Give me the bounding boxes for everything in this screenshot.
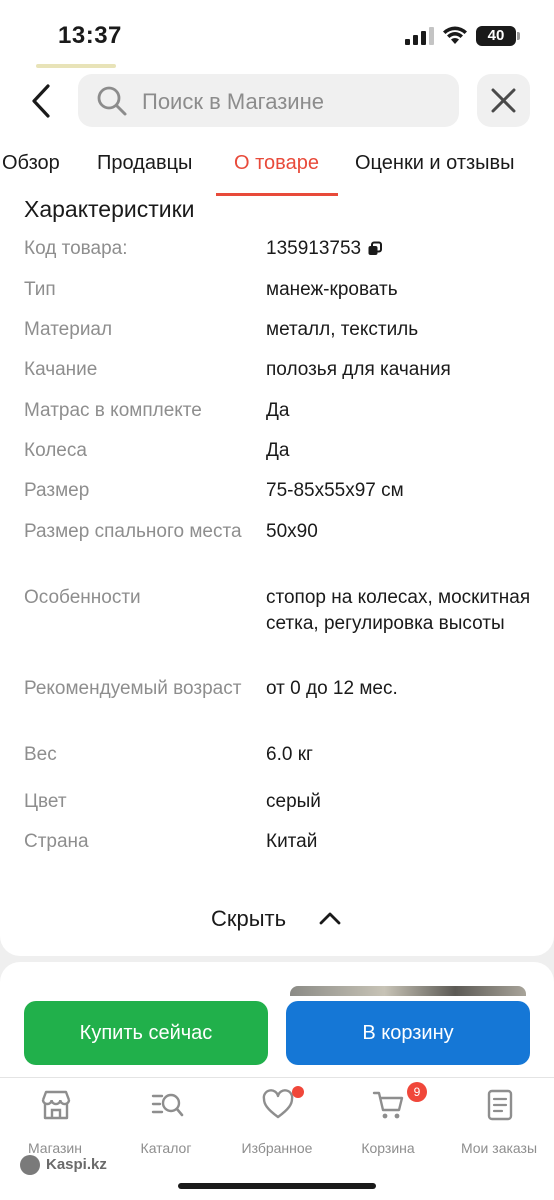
spec-label: Тип	[24, 279, 56, 300]
spec-value: 135913753	[266, 236, 536, 262]
orders-icon	[487, 1089, 513, 1121]
tab-sellers[interactable]: Продавцы	[97, 152, 192, 175]
nav-label: Избранное	[241, 1140, 313, 1156]
spec-value: манеж-кровать	[266, 279, 398, 300]
battery-tip	[517, 32, 520, 40]
spec-label: Матрас в комплекте	[24, 400, 202, 421]
spec-label: Цвет	[24, 791, 67, 812]
nav-item-favorites[interactable]: Избранное	[222, 1086, 332, 1158]
watermark-text: Kaspi.kz	[46, 1156, 107, 1173]
kaspi-logo-icon	[20, 1155, 40, 1175]
scrolled-content-peek	[36, 64, 116, 68]
chevron-up-icon	[319, 912, 341, 925]
search-icon	[97, 86, 127, 116]
product-image-peek	[290, 986, 526, 996]
hide-specs-button[interactable]: Скрыть	[196, 900, 356, 936]
back-button[interactable]	[22, 82, 62, 120]
buy-now-button[interactable]: Купить сейчас	[24, 1001, 268, 1065]
copy-icon[interactable]	[367, 241, 383, 257]
buy-now-label: Купить сейчас	[79, 1022, 213, 1044]
cart-count-badge: 9	[407, 1082, 427, 1102]
battery-indicator: 40	[476, 26, 516, 46]
catalog-search-icon	[151, 1093, 184, 1117]
spec-label: Страна	[24, 831, 89, 852]
spec-label: Колеса	[24, 440, 87, 461]
spec-label: Размер спального места	[24, 521, 242, 542]
close-icon	[491, 88, 516, 113]
nav-item-orders[interactable]: Мои заказы	[444, 1088, 554, 1158]
hide-label: Скрыть	[211, 906, 287, 931]
spec-label: Размер	[24, 480, 90, 501]
favorites-notification-dot	[292, 1086, 304, 1098]
search-header: Поиск в Магазине	[0, 70, 554, 132]
spec-value: металл, текстиль	[266, 319, 419, 340]
spec-label: Качание	[24, 359, 98, 380]
add-to-cart-label: В корзину	[362, 1022, 454, 1044]
product-code[interactable]: 135913753	[266, 238, 361, 259]
search-placeholder: Поиск в Магазине	[142, 89, 324, 114]
nav-label: Магазин	[27, 1140, 82, 1156]
spec-value: серый	[266, 791, 321, 812]
close-search-button[interactable]	[477, 74, 530, 127]
tab-overview[interactable]: Обзор	[2, 152, 60, 175]
cellular-signal-icon	[405, 27, 434, 45]
spec-label: Особенности	[24, 587, 141, 608]
spec-value: Да	[266, 400, 290, 421]
search-input[interactable]: Поиск в Магазине	[78, 74, 459, 127]
status-bar: 13:37 40	[0, 0, 554, 70]
spec-label: Вес	[24, 744, 57, 765]
nav-label: Корзина	[361, 1140, 415, 1156]
product-tabs: Обзор Продавцы О товаре Оценки и отзывы	[0, 132, 554, 196]
spec-value: 50x90	[266, 521, 318, 542]
tab-reviews[interactable]: Оценки и отзывы	[355, 152, 515, 175]
store-icon	[41, 1090, 71, 1120]
nav-item-cart[interactable]: 9 Корзина	[333, 1082, 443, 1158]
bottom-navigation: Магазин Каталог Избранное 9 Корзина Мои …	[0, 1077, 554, 1200]
spec-label: Рекомендуемый возраст	[24, 678, 242, 699]
spec-label: Материал	[24, 319, 113, 340]
cart-icon	[372, 1091, 404, 1119]
section-title: Характеристики	[24, 196, 195, 222]
wifi-icon	[443, 26, 467, 44]
chevron-left-icon	[32, 84, 50, 118]
spec-label: Код товара:	[24, 238, 128, 259]
spec-value: 75-85x55x97 см	[266, 480, 404, 501]
nav-item-store[interactable]: Магазин	[0, 1088, 110, 1158]
status-time: 13:37	[58, 22, 122, 49]
nav-item-catalog[interactable]: Каталог	[111, 1088, 221, 1158]
home-indicator[interactable]	[178, 1183, 376, 1189]
nav-label: Каталог	[140, 1140, 192, 1156]
specifications-card: Характеристики Код товара: 135913753 Тип…	[0, 196, 554, 956]
heart-icon	[262, 1089, 294, 1119]
spec-value: Да	[266, 440, 290, 461]
add-to-cart-button[interactable]: В корзину	[286, 1001, 530, 1065]
spec-value: 6.0 кг	[266, 744, 313, 765]
spec-value: от 0 до 12 мес.	[266, 678, 398, 699]
spec-value: Китай	[266, 831, 318, 852]
tab-about-product[interactable]: О товаре	[234, 152, 319, 175]
spec-value: стопор на колесах, москитная сетка, регу…	[266, 587, 531, 634]
spec-value: полозья для качания	[266, 359, 451, 380]
nav-label: Мои заказы	[460, 1140, 538, 1156]
